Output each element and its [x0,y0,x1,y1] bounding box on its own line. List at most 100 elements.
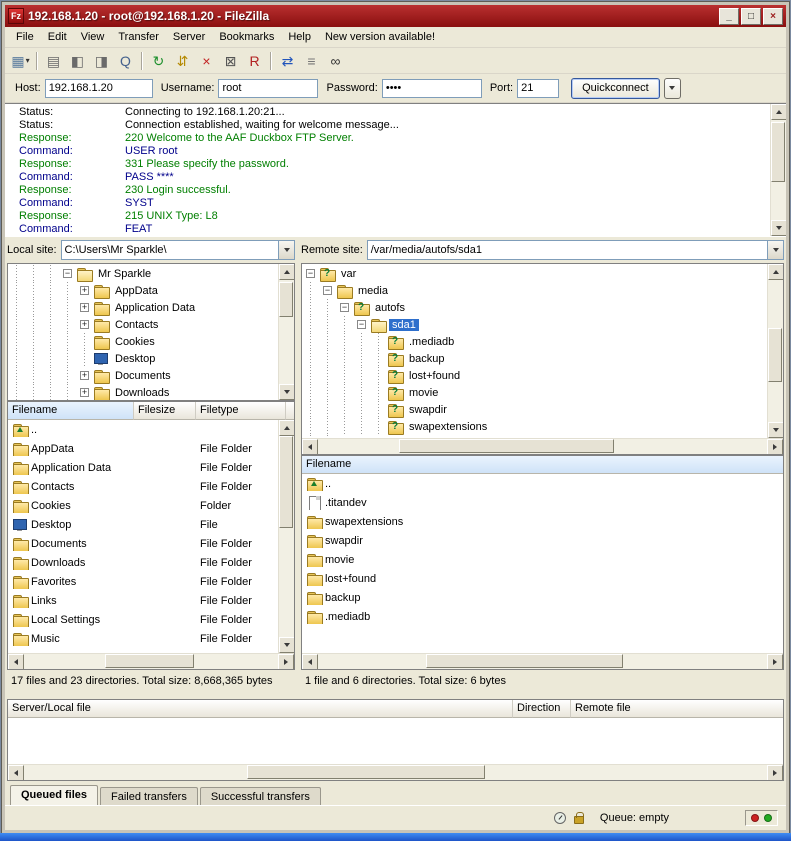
local-list-scrollbar[interactable] [278,420,294,653]
file-row-links[interactable]: LinksFile Folder [8,591,278,610]
scroll-right-button[interactable] [767,439,783,455]
tree-item-autofs[interactable]: −?autofs [302,299,767,316]
remote-site-combo[interactable]: /var/media/autofs/sda1 [367,240,784,260]
queue-body[interactable] [8,718,783,764]
tab-queued-files[interactable]: Queued files [10,785,98,805]
find-files-button[interactable]: ∞ [324,50,347,72]
tree-item-desktop[interactable]: Desktop [8,350,278,367]
scroll-right-button[interactable] [767,765,783,781]
file-row-appdata[interactable]: AppDataFile Folder [8,439,278,458]
scroll-down-button[interactable] [279,384,294,400]
synchronized-browsing-button[interactable]: ≡ [300,50,323,72]
toggle-message-log-button[interactable]: ▤ [42,50,65,72]
quickconnect-button[interactable]: Quickconnect [571,78,660,99]
scroll-thumb[interactable] [771,122,785,182]
menu-item-edit[interactable]: Edit [41,29,74,45]
scroll-up-button[interactable] [768,264,783,280]
tree-item-mr-sparkle[interactable]: −Mr Sparkle [8,265,278,282]
scroll-track[interactable] [318,439,767,454]
taskbar-edge[interactable] [0,833,791,841]
scroll-thumb[interactable] [279,436,293,528]
file-row-downloads[interactable]: DownloadsFile Folder [8,553,278,572]
menu-item-help[interactable]: Help [281,29,318,45]
tree-item-contacts[interactable]: +Contacts [8,316,278,333]
toggle-remote-tree-button[interactable]: ◨ [90,50,113,72]
scroll-up-button[interactable] [771,104,786,120]
scroll-down-button[interactable] [279,637,294,653]
menu-item-bookmarks[interactable]: Bookmarks [212,29,281,45]
file-row-local-settings[interactable]: Local SettingsFile Folder [8,610,278,629]
file-row-swapdir[interactable]: swapdir [302,531,783,550]
remote-tree-scrollbar[interactable] [767,264,783,438]
scroll-down-button[interactable] [768,422,783,438]
menu-item-server[interactable]: Server [166,29,212,45]
file-row-contacts[interactable]: ContactsFile Folder [8,477,278,496]
file-row-cookies[interactable]: CookiesFolder [8,496,278,515]
scroll-track[interactable] [279,280,294,384]
remote-list-hscrollbar[interactable] [302,653,783,669]
local-site-combo[interactable]: C:\Users\Mr Sparkle\ [61,240,295,260]
toggle-queue-button[interactable]: Q [114,50,137,72]
tree-item-mediadb[interactable]: ?.mediadb [302,333,767,350]
minimize-button[interactable]: _ [719,8,739,25]
queue-column-remote-file[interactable]: Remote file [571,700,783,718]
message-log[interactable]: Status:Connecting to 192.168.1.20:21...S… [5,104,770,236]
scroll-thumb[interactable] [279,282,293,317]
disconnect-button[interactable]: ⊠ [219,50,242,72]
speed-limits-icon[interactable] [554,812,566,824]
local-tree-scrollbar[interactable] [278,264,294,400]
cancel-button[interactable]: × [195,50,218,72]
scroll-track[interactable] [318,654,767,669]
file-row-up[interactable]: .. [302,474,783,493]
scroll-up-button[interactable] [279,264,294,280]
expand-toggle[interactable]: + [76,316,93,333]
encryption-icon[interactable] [574,816,584,824]
scroll-right-button[interactable] [767,654,783,670]
file-row-lost-found[interactable]: lost+found [302,569,783,588]
remote-tree-hscrollbar[interactable] [302,438,783,454]
scroll-thumb[interactable] [105,654,194,668]
column-header-filesize[interactable]: Filesize [134,402,196,420]
local-site-combo-button[interactable] [278,241,294,259]
collapse-toggle[interactable]: − [336,299,353,316]
file-row-desktop[interactable]: DesktopFile [8,515,278,534]
collapse-toggle[interactable]: − [302,265,319,282]
tree-item-appdata[interactable]: +AppData [8,282,278,299]
scroll-thumb[interactable] [399,439,615,453]
scroll-left-button[interactable] [8,654,24,670]
scroll-track[interactable] [768,280,783,422]
titlebar[interactable]: Fz 192.168.1.20 - root@192.168.1.20 - Fi… [5,5,786,27]
collapse-toggle[interactable]: − [353,316,370,333]
file-row-movie[interactable]: movie [302,550,783,569]
scroll-left-button[interactable] [8,765,24,781]
remote-site-combo-button[interactable] [767,241,783,259]
file-row-backup[interactable]: backup [302,588,783,607]
queue-hscrollbar[interactable] [8,764,783,780]
tab-successful-transfers[interactable]: Successful transfers [200,787,321,805]
column-header-filename[interactable]: Filename [302,456,783,474]
file-row-documents[interactable]: DocumentsFile Folder [8,534,278,553]
quickconnect-dropdown-button[interactable] [664,78,681,99]
tree-item-var[interactable]: −?var [302,265,767,282]
file-row-favorites[interactable]: FavoritesFile Folder [8,572,278,591]
scroll-track[interactable] [771,120,786,220]
scroll-up-button[interactable] [279,420,294,436]
local-list-hscrollbar[interactable] [8,653,294,669]
file-row-music[interactable]: MusicFile Folder [8,629,278,648]
port-input[interactable] [517,79,559,98]
scroll-track[interactable] [24,654,278,669]
scroll-thumb[interactable] [247,765,485,779]
column-header-filetype[interactable]: Filetype [196,402,286,420]
scroll-down-button[interactable] [771,220,786,236]
collapse-toggle[interactable]: − [59,265,76,282]
scroll-left-button[interactable] [302,654,318,670]
process-queue-button[interactable]: ⇵ [171,50,194,72]
collapse-toggle[interactable]: − [319,282,336,299]
toggle-local-tree-button[interactable]: ◧ [66,50,89,72]
directory-comparison-button[interactable]: ⇄ [276,50,299,72]
file-row-swapextensions[interactable]: swapextensions [302,512,783,531]
menu-item-new-version-available[interactable]: New version available! [318,29,442,45]
scroll-track[interactable] [24,765,767,780]
tree-item-media[interactable]: −media [302,282,767,299]
scroll-thumb[interactable] [426,654,624,668]
